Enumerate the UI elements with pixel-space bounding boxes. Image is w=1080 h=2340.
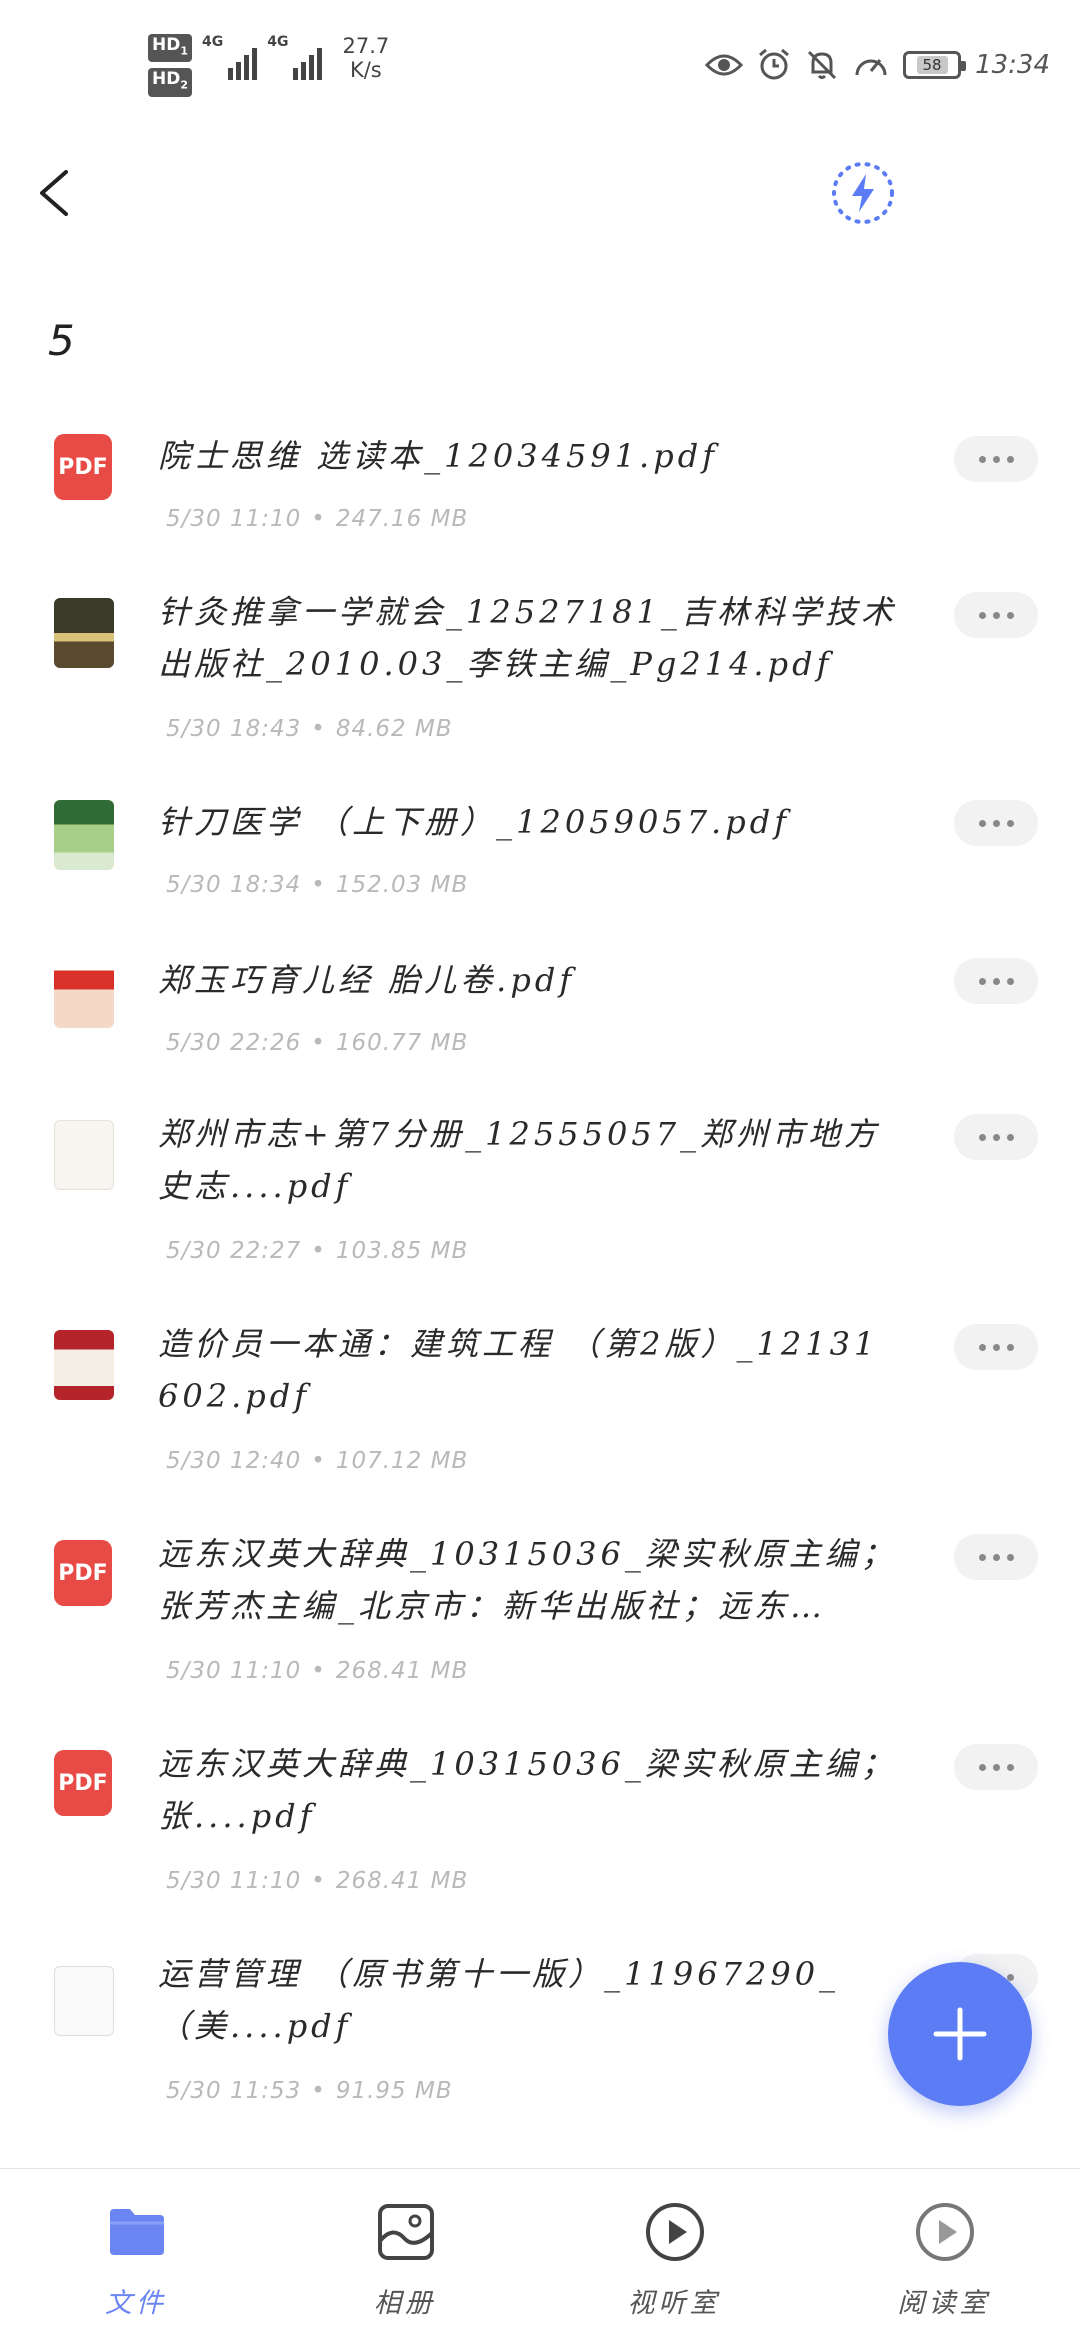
nav-label: 文件 — [105, 2288, 167, 2319]
file-date: 5/30 11:53 — [166, 2078, 302, 2104]
file-meta: 5/30 18:43 • 84.62 MB — [166, 716, 453, 742]
play-circle-icon — [916, 2203, 974, 2261]
album-icon — [378, 2204, 434, 2260]
status-bar: HD1 HD2 4G 4G 27.7 K/s 58 13:34 — [0, 0, 1080, 130]
folder-title: 5 — [48, 316, 75, 365]
file-name: 院士思维 选读本_12034591.pdf — [158, 437, 719, 475]
add-button[interactable] — [888, 1962, 1032, 2106]
book-cover-icon — [54, 1966, 114, 2036]
file-size: 160.77 MB — [335, 1030, 469, 1056]
nav-label: 视听室 — [627, 2288, 721, 2319]
more-options-button[interactable] — [954, 1114, 1038, 1160]
file-size: 84.62 MB — [335, 716, 453, 742]
file-date: 5/30 18:43 — [166, 716, 302, 742]
file-size: 247.16 MB — [335, 506, 469, 532]
file-date: 5/30 11:10 — [166, 1868, 302, 1894]
battery-icon: 58 — [903, 51, 967, 79]
more-options-button[interactable] — [954, 800, 1038, 846]
hd-badge-2: HD2 — [148, 68, 192, 97]
back-button[interactable] — [30, 160, 80, 226]
nav-item-reading-room[interactable]: 阅读室 — [844, 2169, 1044, 2340]
speedometer-icon — [855, 59, 887, 76]
nav-item-files[interactable]: 文件 — [36, 2169, 236, 2340]
file-meta: 5/30 12:40 • 107.12 MB — [166, 1448, 469, 1474]
book-cover-icon — [54, 1330, 114, 1400]
chevron-left-icon — [40, 170, 68, 216]
file-size: 268.41 MB — [335, 1868, 469, 1894]
book-cover-icon — [54, 1120, 114, 1190]
file-meta: 5/30 11:10 • 247.16 MB — [166, 506, 469, 532]
play-circle-icon — [646, 2203, 704, 2261]
file-size: 91.95 MB — [335, 2078, 453, 2104]
file-name: 郑玉巧育儿经 胎儿卷.pdf — [158, 961, 576, 999]
plus-icon — [933, 2007, 987, 2061]
nav-label: 阅读室 — [897, 2288, 991, 2319]
file-meta: 5/30 18:34 • 152.03 MB — [166, 872, 469, 898]
nav-item-album[interactable]: 相册 — [305, 2169, 505, 2340]
nav-item-av-room[interactable]: 视听室 — [574, 2169, 774, 2340]
hd-badge-1: HD1 — [148, 34, 192, 63]
folder-icon — [110, 2209, 164, 2255]
signal-icon-2: 4G — [267, 34, 323, 80]
more-options-button[interactable] — [954, 958, 1038, 1004]
file-size: 103.85 MB — [335, 1238, 469, 1264]
file-meta: 5/30 22:26 • 160.77 MB — [166, 1030, 469, 1056]
file-name: 针刀医学 （上下册）_12059057.pdf — [158, 803, 791, 841]
file-name: 造价员一本通：建筑工程 （第2版）_12131602.pdf — [158, 1325, 879, 1415]
file-date: 5/30 11:10 — [166, 1658, 302, 1684]
more-options-button[interactable] — [954, 1324, 1038, 1370]
file-meta: 5/30 11:53 • 91.95 MB — [166, 2078, 453, 2104]
file-date: 5/30 22:27 — [166, 1238, 302, 1264]
file-date: 5/30 12:40 — [166, 1448, 302, 1474]
book-cover-icon — [54, 958, 114, 1028]
pdf-icon: PDF — [54, 434, 112, 500]
book-cover-icon — [54, 598, 114, 668]
more-options-button[interactable] — [954, 592, 1038, 638]
pdf-icon: PDF — [54, 1540, 112, 1606]
mute-bell-icon — [808, 50, 837, 80]
file-meta: 5/30 22:27 • 103.85 MB — [166, 1238, 469, 1264]
file-name: 远东汉英大辞典_10315036_梁实秋原主编；张芳杰主编_北京市：新华出版社；… — [158, 1535, 897, 1625]
file-date: 5/30 22:26 — [166, 1030, 302, 1056]
status-right: 58 13:34 — [705, 48, 1050, 82]
file-meta: 5/30 11:10 • 268.41 MB — [166, 1868, 469, 1894]
more-options-button[interactable] — [954, 436, 1038, 482]
lightning-icon — [832, 162, 894, 224]
file-date: 5/30 11:10 — [166, 506, 302, 532]
clock: 13:34 — [975, 50, 1050, 80]
file-size: 152.03 MB — [335, 872, 469, 898]
alarm-icon — [759, 48, 790, 80]
bottom-nav: 文件 相册 视听室 阅读室 — [0, 2168, 1080, 2340]
file-name: 远东汉英大辞典_10315036_梁实秋原主编；张....pdf — [158, 1745, 897, 1835]
signal-icon-1: 4G — [202, 34, 258, 80]
file-name: 针灸推拿一学就会_12527181_吉林科学技术出版社_2010.03_李铁主编… — [158, 593, 897, 683]
file-name: 运营管理 （原书第十一版）_11967290_（美....pdf — [158, 1955, 840, 2045]
book-cover-icon — [54, 800, 114, 870]
file-name: 郑州市志+第7分册_12555057_郑州市地方史志....pdf — [158, 1115, 881, 1205]
status-left: HD1 HD2 4G 4G 27.7 K/s — [148, 34, 389, 97]
eye-icon — [705, 54, 744, 76]
file-size: 268.41 MB — [335, 1658, 469, 1684]
file-meta: 5/30 11:10 • 268.41 MB — [166, 1658, 469, 1684]
more-options-button[interactable] — [954, 1744, 1038, 1790]
more-options-button[interactable] — [954, 1534, 1038, 1580]
file-date: 5/30 18:34 — [166, 872, 302, 898]
file-size: 107.12 MB — [335, 1448, 469, 1474]
nav-label: 相册 — [374, 2288, 436, 2319]
quick-transfer-button[interactable] — [828, 158, 898, 228]
pdf-icon: PDF — [54, 1750, 112, 1816]
network-speed: 27.7 K/s — [342, 34, 390, 82]
